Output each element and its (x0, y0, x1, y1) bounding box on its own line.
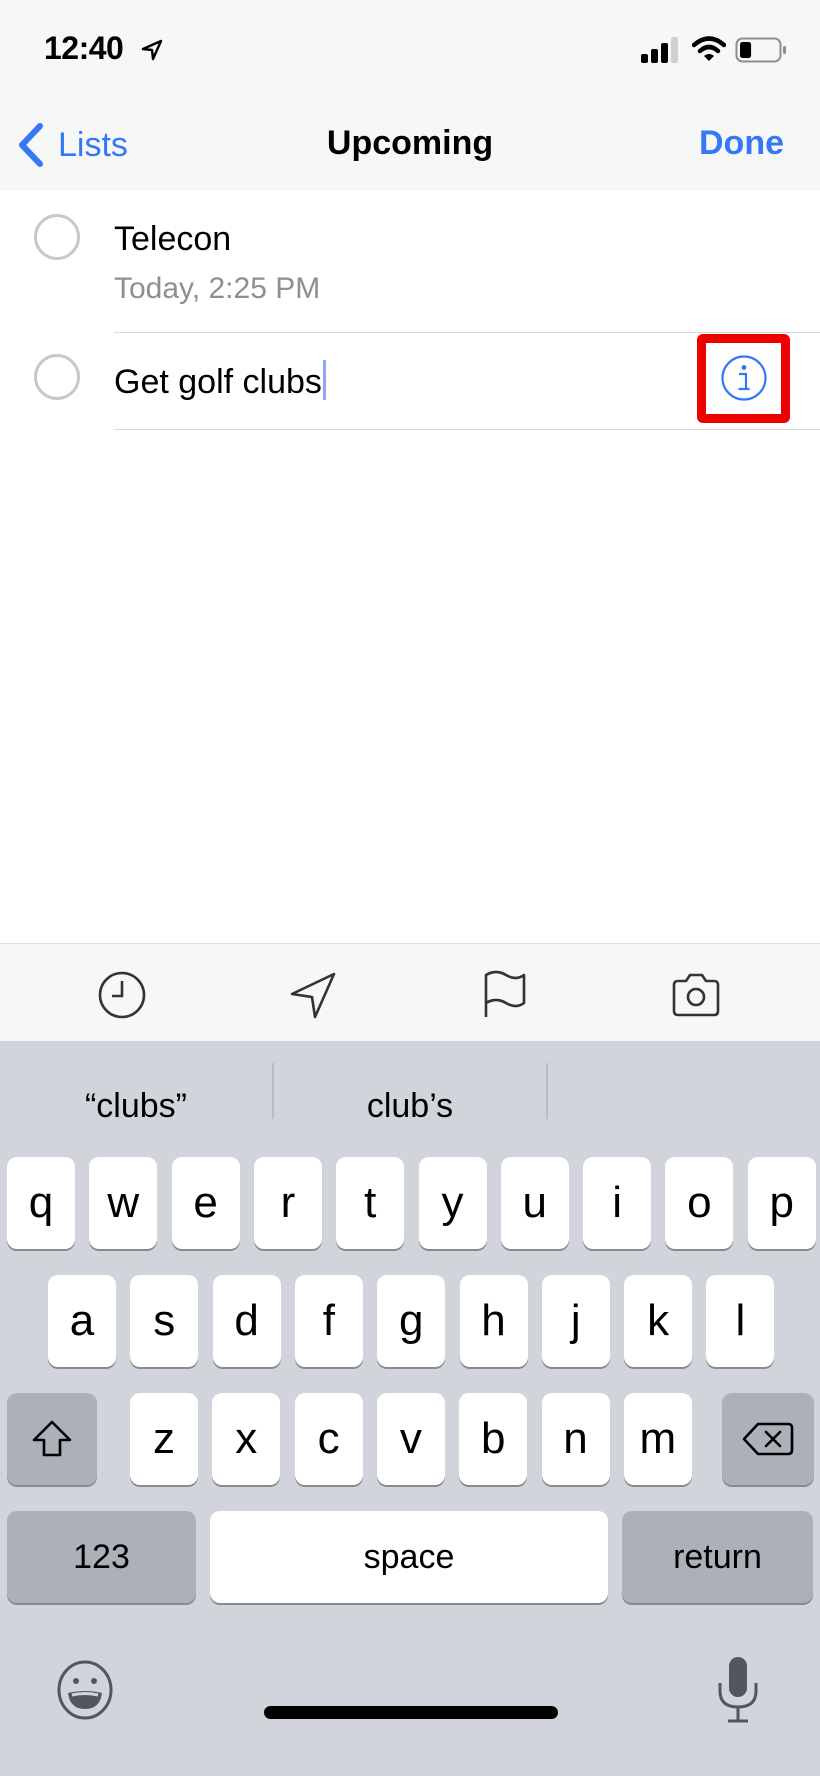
key-e[interactable]: e (171, 1157, 240, 1249)
key-c[interactable]: c (294, 1393, 363, 1485)
shift-icon (32, 1420, 72, 1457)
status-time: 12:40 (44, 30, 124, 66)
key-l[interactable]: l (706, 1275, 775, 1367)
delete-key[interactable] (722, 1393, 814, 1485)
home-indicator[interactable] (264, 1706, 558, 1719)
battery-icon (735, 37, 786, 63)
reminder-title-text: Get golf clubs (114, 363, 322, 401)
reminder-title-input[interactable]: Get golf clubs (114, 360, 326, 402)
key-v[interactable]: v (376, 1393, 445, 1485)
key-y[interactable]: y (418, 1157, 487, 1249)
reminder-title[interactable]: Telecon (114, 220, 231, 259)
suggestion-2[interactable]: club’s (274, 1071, 546, 1141)
key-k[interactable]: k (624, 1275, 693, 1367)
key-h[interactable]: h (459, 1275, 528, 1367)
location-arrow-icon (141, 39, 163, 61)
microphone-icon[interactable] (712, 1655, 764, 1727)
key-r[interactable]: r (253, 1157, 322, 1249)
key-g[interactable]: g (377, 1275, 446, 1367)
row-divider (114, 332, 820, 333)
row-divider (114, 429, 820, 430)
cellular-signal-icon (641, 37, 678, 63)
delete-icon (742, 1422, 794, 1456)
key-p[interactable]: p (747, 1157, 816, 1249)
reminder-checkbox[interactable] (34, 214, 80, 260)
reminder-checkbox[interactable] (34, 354, 80, 400)
key-m[interactable]: m (623, 1393, 692, 1485)
key-o[interactable]: o (665, 1157, 734, 1249)
key-z[interactable]: z (130, 1393, 198, 1485)
location-icon[interactable] (288, 969, 340, 1021)
key-q[interactable]: q (7, 1157, 75, 1249)
key-t[interactable]: t (336, 1157, 405, 1249)
suggestion-3[interactable] (548, 1071, 820, 1141)
reminder-accessory-toolbar (0, 943, 820, 1042)
numbers-key[interactable]: 123 (7, 1511, 196, 1603)
space-key[interactable]: space (210, 1511, 608, 1603)
shift-key[interactable] (7, 1393, 97, 1485)
wifi-icon (692, 36, 726, 61)
return-key[interactable]: return (622, 1511, 813, 1603)
done-button[interactable]: Done (699, 124, 784, 163)
key-s[interactable]: s (130, 1275, 199, 1367)
key-x[interactable]: x (212, 1393, 281, 1485)
clock-icon[interactable] (96, 969, 148, 1021)
key-i[interactable]: i (583, 1157, 652, 1249)
key-w[interactable]: w (89, 1157, 158, 1249)
keyboard: “clubs” club’s 123 space return qwertyui… (0, 1041, 820, 1776)
emoji-icon[interactable] (54, 1659, 116, 1721)
flag-icon[interactable] (478, 969, 530, 1021)
key-j[interactable]: j (541, 1275, 610, 1367)
key-d[interactable]: d (212, 1275, 281, 1367)
key-u[interactable]: u (500, 1157, 569, 1249)
page-title: Upcoming (326, 124, 494, 162)
suggestion-1[interactable]: “clubs” (0, 1071, 272, 1141)
key-a[interactable]: a (48, 1275, 116, 1367)
key-n[interactable]: n (541, 1393, 610, 1485)
camera-icon[interactable] (670, 969, 722, 1021)
text-cursor (322, 360, 326, 400)
key-b[interactable]: b (459, 1393, 528, 1485)
reminder-due-date: Today, 2:25 PM (114, 272, 321, 305)
key-f[interactable]: f (294, 1275, 363, 1367)
info-icon[interactable] (720, 354, 768, 402)
